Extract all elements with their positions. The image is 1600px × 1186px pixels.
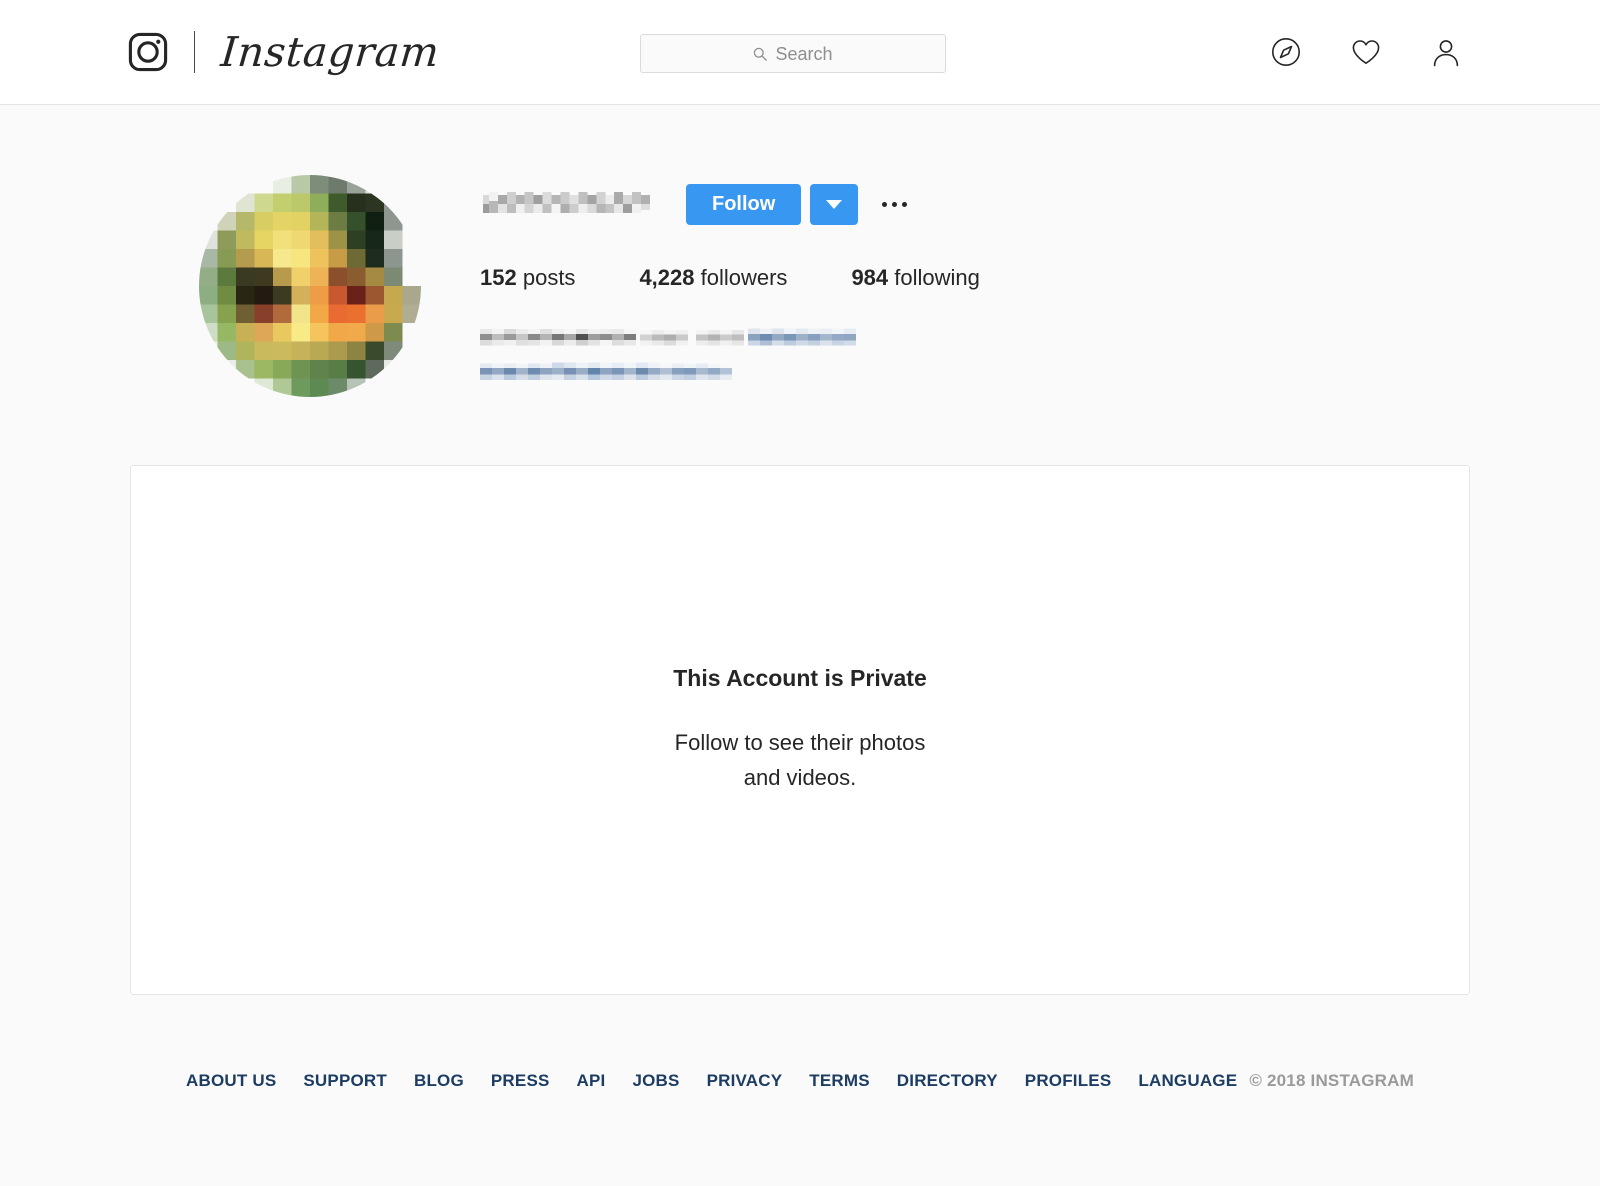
- search-input[interactable]: Search: [640, 34, 946, 73]
- copyright-text: © 2018 INSTAGRAM: [1249, 1071, 1414, 1090]
- options-menu-button[interactable]: [880, 196, 909, 213]
- page-footer: ABOUT US SUPPORT BLOG PRESS API JOBS PRI…: [60, 1071, 1540, 1091]
- profile-info-column: Follow 152 posts 4,228 followers 984 fol: [480, 175, 1470, 397]
- chevron-down-icon: [826, 199, 843, 209]
- bio-line-1-redacted-pixels: [480, 327, 868, 349]
- brand-divider: [194, 31, 195, 73]
- top-navigation-bar: Instagram Search: [0, 0, 1600, 105]
- footer-link-jobs[interactable]: JOBS: [632, 1071, 679, 1091]
- avatar-pixelated-image: [199, 175, 421, 397]
- footer-link-terms[interactable]: TERMS: [809, 1071, 870, 1091]
- follow-button[interactable]: Follow: [686, 183, 802, 225]
- footer-link-press[interactable]: PRESS: [491, 1071, 550, 1091]
- followers-count: 4,228: [639, 265, 695, 290]
- profile-header: Follow 152 posts 4,228 followers 984 fol: [130, 105, 1470, 397]
- person-icon[interactable]: [1430, 36, 1462, 68]
- footer-link-blog[interactable]: BLOG: [414, 1071, 464, 1091]
- profile-bio: [480, 327, 1470, 388]
- ellipsis-icon: [902, 201, 908, 207]
- brand-wordmark[interactable]: Instagram: [219, 28, 441, 76]
- follow-dropdown-button[interactable]: [810, 183, 859, 225]
- stat-followers[interactable]: 4,228 followers: [639, 265, 787, 291]
- bio-line-2[interactable]: [480, 361, 1470, 388]
- footer-link-api[interactable]: API: [577, 1071, 606, 1091]
- search-icon: [753, 47, 768, 61]
- footer-link-support[interactable]: SUPPORT: [303, 1071, 387, 1091]
- username-redacted-pixels: [480, 189, 656, 219]
- profile-stats: 152 posts 4,228 followers 984 following: [480, 265, 1470, 291]
- bio-line-1: [480, 327, 1470, 354]
- footer-link-directory[interactable]: DIRECTORY: [897, 1071, 998, 1091]
- private-account-subtitle: Follow to see their photos and videos.: [674, 730, 926, 790]
- instagram-camera-icon[interactable]: [126, 30, 170, 74]
- brand-logo[interactable]: Instagram: [126, 28, 441, 76]
- search-box[interactable]: Search: [640, 34, 946, 73]
- footer-link-privacy[interactable]: PRIVACY: [707, 1071, 783, 1091]
- footer-links: ABOUT US SUPPORT BLOG PRESS API JOBS PRI…: [186, 1071, 1237, 1091]
- followers-label: followers: [700, 265, 788, 290]
- bio-line-2-redacted-pixels: [480, 361, 740, 383]
- private-account-title: This Account is Private: [673, 665, 927, 692]
- footer-link-about-us[interactable]: ABOUT US: [186, 1071, 276, 1091]
- nav-icon-group: [1270, 36, 1462, 68]
- posts-label: posts: [522, 265, 576, 290]
- username[interactable]: [480, 189, 656, 219]
- stat-posts: 152 posts: [480, 265, 575, 291]
- ellipsis-icon: [882, 201, 888, 207]
- stat-following[interactable]: 984 following: [851, 265, 979, 291]
- private-account-card: This Account is Private Follow to see th…: [130, 465, 1470, 995]
- following-label: following: [894, 265, 980, 290]
- compass-icon[interactable]: [1270, 36, 1302, 68]
- footer-link-language[interactable]: LANGUAGE: [1138, 1071, 1237, 1091]
- heart-icon[interactable]: [1350, 36, 1382, 68]
- username-row: Follow: [480, 183, 1470, 225]
- avatar-column: [130, 175, 480, 397]
- ellipsis-icon: [892, 201, 898, 207]
- posts-count: 152: [480, 265, 517, 290]
- following-count: 984: [851, 265, 889, 290]
- search-placeholder-text: Search: [775, 43, 833, 64]
- avatar[interactable]: [199, 175, 421, 397]
- footer-link-profiles[interactable]: PROFILES: [1025, 1071, 1112, 1091]
